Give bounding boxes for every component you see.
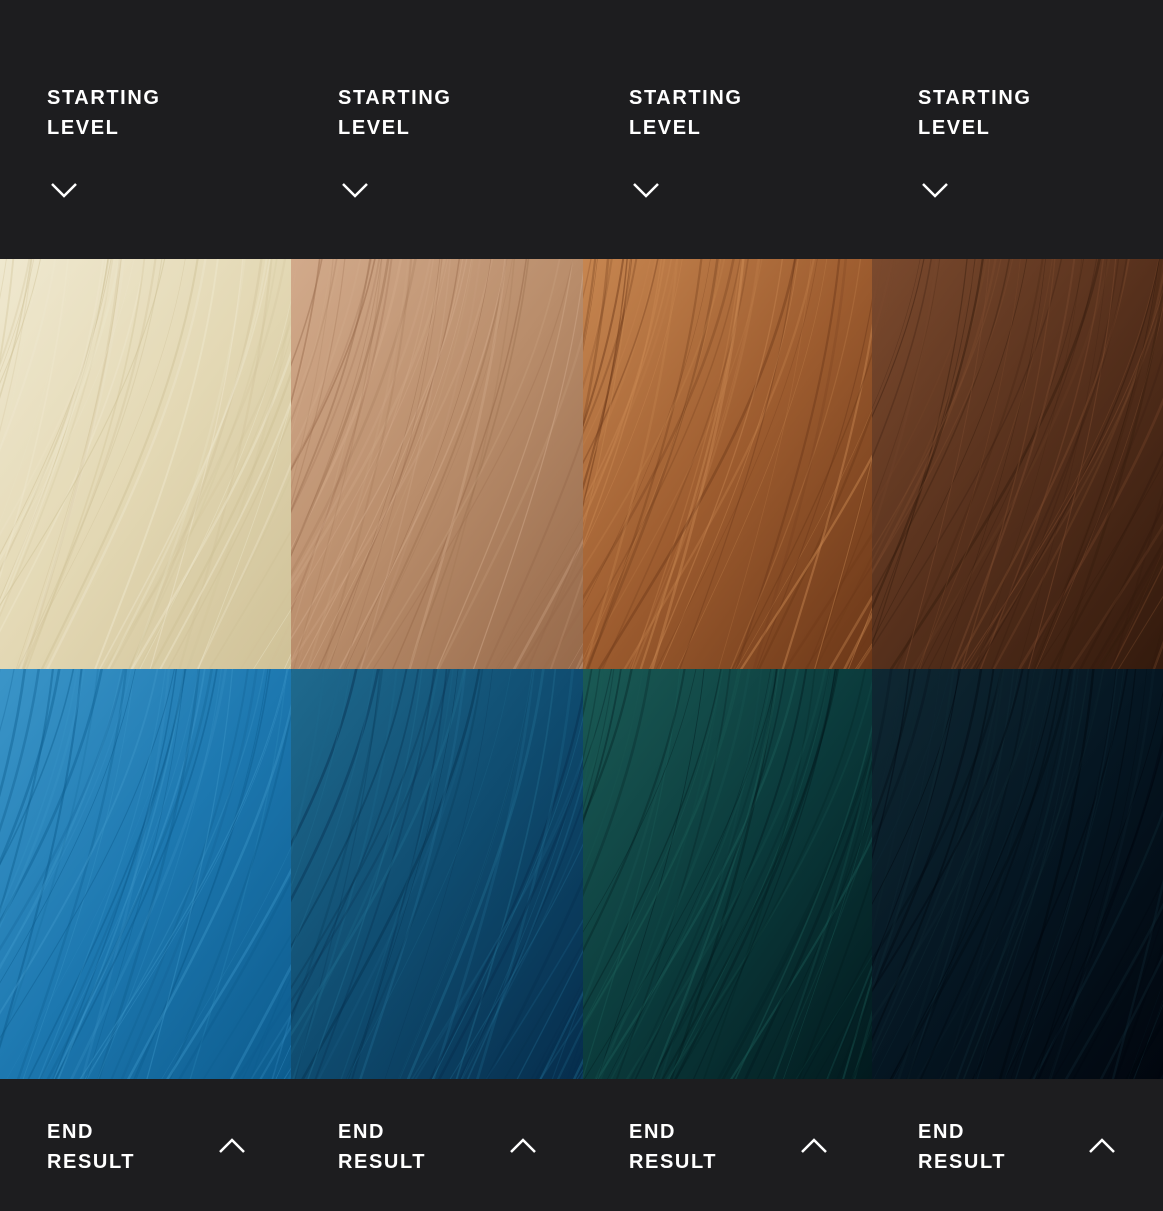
chevron-up-icon[interactable] xyxy=(799,1135,829,1157)
end-result-label: END RESULT xyxy=(47,1117,135,1177)
starting-level-column-2[interactable]: STARTING LEVEL xyxy=(291,0,583,259)
end-result-footer: END RESULT END RESULT END RESULT END RES… xyxy=(0,1079,1163,1211)
hair-swatch-start-2 xyxy=(291,259,583,669)
chevron-down-icon[interactable] xyxy=(631,178,661,200)
hair-swatch-start-4 xyxy=(872,259,1163,669)
end-result-label: END RESULT xyxy=(918,1117,1006,1177)
label-line-1: END xyxy=(629,1121,677,1143)
hair-swatch-end-2 xyxy=(291,669,583,1079)
label-line-2: LEVEL xyxy=(338,117,411,139)
label-line-2: LEVEL xyxy=(918,117,991,139)
label-line-2: LEVEL xyxy=(629,117,702,139)
hair-swatch-end-1 xyxy=(0,669,291,1079)
starting-level-label: STARTING LEVEL xyxy=(918,83,1032,143)
chevron-down-icon[interactable] xyxy=(920,178,950,200)
label-line-1: STARTING xyxy=(629,87,743,109)
starting-level-column-4[interactable]: STARTING LEVEL xyxy=(872,0,1163,259)
hair-swatch-end-3 xyxy=(583,669,872,1079)
starting-level-label: STARTING LEVEL xyxy=(47,83,161,143)
end-result-column-4[interactable]: END RESULT xyxy=(872,1079,1163,1211)
label-line-2: RESULT xyxy=(338,1151,427,1173)
hair-swatch-start-3 xyxy=(583,259,872,669)
end-result-column-3[interactable]: END RESULT xyxy=(583,1079,872,1211)
hair-swatch-start-1 xyxy=(0,259,291,669)
starting-level-column-3[interactable]: STARTING LEVEL xyxy=(583,0,872,259)
chevron-up-icon[interactable] xyxy=(217,1135,247,1157)
starting-level-label: STARTING LEVEL xyxy=(629,83,743,143)
end-result-column-1[interactable]: END RESULT xyxy=(0,1079,291,1211)
chevron-up-icon[interactable] xyxy=(1087,1135,1117,1157)
label-line-2: RESULT xyxy=(918,1151,1007,1173)
label-line-1: END xyxy=(918,1121,966,1143)
end-result-label: END RESULT xyxy=(629,1117,717,1177)
label-line-2: RESULT xyxy=(629,1151,718,1173)
starting-level-header: STARTING LEVEL STARTING LEVEL STARTING L… xyxy=(0,0,1163,259)
end-result-swatches-row xyxy=(0,669,1163,1079)
chevron-down-icon[interactable] xyxy=(340,178,370,200)
label-line-1: END xyxy=(338,1121,386,1143)
label-line-1: STARTING xyxy=(338,87,452,109)
end-result-label: END RESULT xyxy=(338,1117,426,1177)
label-line-2: RESULT xyxy=(47,1151,136,1173)
starting-level-label: STARTING LEVEL xyxy=(338,83,452,143)
end-result-column-2[interactable]: END RESULT xyxy=(291,1079,583,1211)
hair-swatch-end-4 xyxy=(872,669,1163,1079)
chevron-up-icon[interactable] xyxy=(508,1135,538,1157)
starting-level-column-1[interactable]: STARTING LEVEL xyxy=(0,0,291,259)
chevron-down-icon[interactable] xyxy=(49,178,79,200)
starting-swatches-row xyxy=(0,259,1163,669)
label-line-1: STARTING xyxy=(918,87,1032,109)
label-line-2: LEVEL xyxy=(47,117,120,139)
label-line-1: END xyxy=(47,1121,95,1143)
label-line-1: STARTING xyxy=(47,87,161,109)
